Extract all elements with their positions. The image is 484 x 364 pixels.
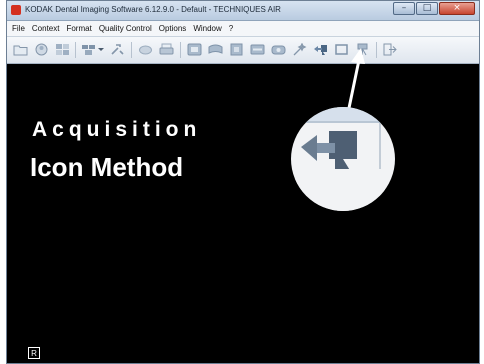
menu-context[interactable]: Context bbox=[32, 24, 60, 33]
minimize-icon: – bbox=[401, 3, 407, 13]
close-icon: × bbox=[453, 3, 461, 13]
close-button[interactable]: × bbox=[439, 2, 475, 15]
magic-wand-icon[interactable] bbox=[292, 42, 307, 56]
arrange-icon[interactable] bbox=[81, 43, 96, 56]
menu-help[interactable]: ? bbox=[229, 24, 233, 33]
image-canvas[interactable]: Acquisition Icon Method R bbox=[7, 48, 479, 363]
window-title: KODAK Dental Imaging Software 6.12.9.0 -… bbox=[25, 5, 281, 14]
app-window: KODAK Dental Imaging Software 6.12.9.0 -… bbox=[6, 0, 480, 364]
intraoral-icon[interactable] bbox=[187, 43, 202, 56]
acquisition-icon[interactable] bbox=[313, 43, 328, 56]
heading-icon-method: Icon Method bbox=[30, 152, 184, 182]
menu-window[interactable]: Window bbox=[193, 24, 221, 33]
menu-options[interactable]: Options bbox=[159, 24, 187, 33]
toolbar-separator bbox=[75, 42, 76, 58]
toolbar-separator bbox=[376, 42, 377, 58]
pointer-arrow-icon bbox=[347, 48, 365, 109]
window-controls: – □ × bbox=[393, 2, 475, 15]
brush-icon[interactable] bbox=[138, 43, 153, 56]
print-icon[interactable] bbox=[159, 43, 174, 56]
corner-r-label: R bbox=[28, 347, 40, 359]
maximize-button[interactable]: □ bbox=[416, 2, 438, 15]
panoramic-icon[interactable] bbox=[208, 43, 223, 56]
heading-acquisition: Acquisition bbox=[32, 118, 202, 141]
app-icon[interactable] bbox=[11, 5, 21, 15]
toolbar bbox=[7, 37, 479, 64]
patient-icon[interactable] bbox=[34, 43, 49, 56]
toolbar-separator bbox=[131, 42, 132, 58]
maximize-icon: □ bbox=[422, 3, 432, 13]
tools-icon[interactable] bbox=[110, 43, 125, 56]
menu-file[interactable]: File bbox=[12, 24, 25, 33]
toolbar-separator bbox=[180, 42, 181, 58]
camera-icon[interactable] bbox=[271, 43, 286, 56]
menu-format[interactable]: Format bbox=[66, 24, 91, 33]
exit-icon[interactable] bbox=[383, 43, 398, 56]
minimize-button[interactable]: – bbox=[393, 2, 415, 15]
menu-quality-control[interactable]: Quality Control bbox=[99, 24, 152, 33]
open-folder-icon[interactable] bbox=[13, 43, 28, 56]
images-icon[interactable] bbox=[55, 43, 70, 56]
sensor-icon[interactable] bbox=[229, 43, 244, 56]
magnifier-callout bbox=[291, 107, 395, 211]
dropdown-arrow-icon[interactable] bbox=[97, 43, 105, 56]
menu-bar: File Context Format Quality Control Opti… bbox=[7, 21, 479, 37]
scanner-icon[interactable] bbox=[250, 43, 265, 56]
title-bar[interactable]: KODAK Dental Imaging Software 6.12.9.0 -… bbox=[7, 1, 479, 21]
